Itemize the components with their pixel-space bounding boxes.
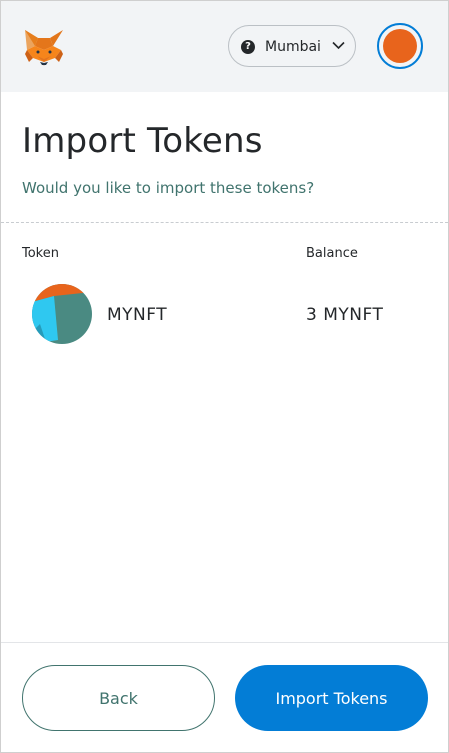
token-row: MYNFT 3 MYNFT <box>1 283 448 347</box>
question-icon: ? <box>241 40 255 54</box>
account-avatar <box>383 29 417 63</box>
chevron-down-icon <box>332 41 345 50</box>
account-menu-button[interactable] <box>377 23 423 69</box>
app-header: ? Mumbai <box>1 1 448 92</box>
network-selector[interactable]: ? Mumbai <box>228 25 356 67</box>
divider <box>1 222 448 223</box>
identicon-icon <box>32 284 92 344</box>
page-title: Import Tokens <box>22 121 263 161</box>
metamask-fox-icon[interactable] <box>23 28 65 68</box>
column-header-token: Token <box>22 246 59 261</box>
column-header-balance: Balance <box>306 246 358 261</box>
footer-divider <box>1 642 448 643</box>
import-tokens-button[interactable]: Import Tokens <box>235 665 428 731</box>
token-symbol: MYNFT <box>107 305 168 325</box>
network-name: Mumbai <box>265 39 321 55</box>
token-balance: 3 MYNFT <box>306 305 384 325</box>
back-button[interactable]: Back <box>22 665 215 731</box>
page-subtitle: Would you like to import these tokens? <box>22 179 315 197</box>
import-tokens-page: ? Mumbai Import Tokens Would you like to… <box>0 0 449 753</box>
